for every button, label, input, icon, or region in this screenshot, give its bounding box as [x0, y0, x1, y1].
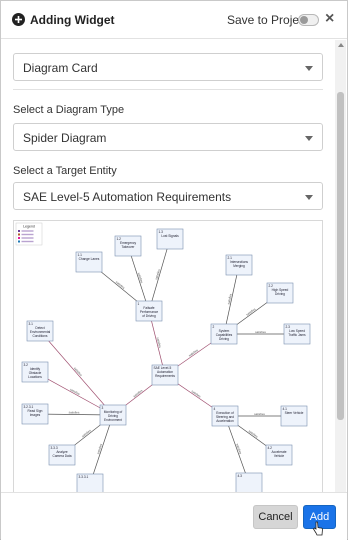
save-to-project-label: Save to Project [227, 13, 309, 27]
node-label: 3.2 [24, 363, 29, 367]
node-label: 2 [213, 325, 215, 329]
node-label: Vehicle [274, 454, 285, 458]
node-label: Camera Data [53, 454, 72, 458]
edge-label: satisfies [235, 443, 243, 455]
edge-label: satisfies [255, 330, 266, 334]
legend-entry [21, 237, 34, 239]
diagram-type-label: Select a Diagram Type [13, 104, 125, 116]
node-label: Driving [219, 337, 229, 341]
diagram-node-n3: 3Monitoring ofDrivingEnvironment [99, 404, 127, 426]
diagram-node-n22: 2.2High SpeedDriving [266, 282, 294, 304]
node-label: Environment [104, 418, 122, 422]
edge-label: satisfies [248, 429, 260, 439]
edge-label: satisfies [69, 410, 80, 414]
diagram-node-n4: 4Execution ofSteering andAcceleration [211, 405, 239, 427]
toggle-knob [300, 16, 308, 24]
diagram-node-n2: 2SystemCapabilitiesDriving [210, 323, 238, 345]
node-label: Conditions [32, 334, 47, 338]
node-label: Traffic Jams [288, 333, 306, 337]
node-label: 1 [138, 302, 140, 306]
diagram-node-n41: 4.1Steer Vehicle [280, 405, 308, 427]
diagram-node-n34: 3.3.3AnalyzeCamera Data [48, 444, 76, 466]
chevron-down-icon [305, 195, 313, 200]
edge-label: satisfies [154, 268, 161, 280]
diagram-node-n31: 3.1DetectEnvironmentalConditions [26, 320, 54, 342]
add-circle-icon [12, 13, 25, 26]
diagram-node-n12: 1.2EmergencyTakeover [114, 235, 142, 257]
dialog-footer: Cancel Add [1, 492, 347, 540]
divider [13, 89, 323, 90]
legend-entry [21, 230, 34, 232]
diagram-node-center: SAE Level-5AutomationRequirements [151, 364, 179, 386]
node-label: 4 [214, 407, 216, 411]
edge-label: satisfies [96, 443, 103, 455]
diagram-node-n11: 1.1Change Lanes [75, 251, 103, 273]
target-entity-select[interactable]: SAE Level-5 Automation Requirements [13, 182, 323, 210]
diagram-edge [223, 264, 240, 335]
body-scrollbar[interactable] [335, 40, 346, 492]
diagram-node-n35: 3.3.3.1 [76, 473, 104, 494]
node-label: Driving [275, 292, 285, 296]
scroll-up-arrow-icon[interactable] [338, 43, 344, 47]
node-label: Lost Signals [161, 234, 179, 238]
target-entity-label: Select a Target Entity [13, 165, 117, 177]
spider-diagram: Legend satisfies satisfies satisfies satisfi… [15, 222, 311, 494]
chevron-down-icon [305, 66, 313, 71]
legend-entry [21, 233, 34, 236]
legend-title: Legend [23, 225, 35, 229]
legend-swatch [18, 233, 20, 236]
target-entity-value: SAE Level-5 Automation Requirements [23, 190, 232, 204]
edge-label: satisfies [254, 412, 265, 416]
legend-swatch [18, 240, 20, 243]
edge-label: satisfies [115, 280, 126, 290]
node-label: Merging [233, 264, 245, 268]
edge-label: satisfies [81, 428, 92, 438]
cancel-button[interactable]: Cancel [253, 505, 298, 529]
adding-widget-dialog: Adding Widget Save to Project × Diagram … [0, 0, 348, 540]
scrollbar-thumb[interactable] [337, 92, 344, 420]
diagram-node-n32: 3.2IdentifyObstacleLocations [21, 361, 49, 383]
widget-type-select[interactable]: Diagram Card [13, 53, 323, 81]
diagram-node-n21: 2.1IntersectionsMerging [225, 254, 253, 276]
diagram-edge [39, 330, 114, 416]
widget-type-value: Diagram Card [23, 61, 98, 75]
node-label: Acceleration [216, 419, 234, 423]
spider-diagram-preview: Legend satisfies satisfies satisfies satisfi… [13, 220, 323, 495]
diagram-edge [148, 238, 171, 312]
node-label: Steer Vehicle [285, 411, 304, 415]
edge-label: satisfies [73, 366, 83, 377]
edge-label: satisfies [245, 307, 257, 317]
diagram-node-n13: 1.3Lost Signals [156, 228, 184, 250]
diagram-node-n43: 4.3 [235, 472, 263, 494]
diagram-type-select[interactable]: Spider Diagram [13, 123, 323, 151]
node-label: Images [30, 413, 41, 417]
save-to-project-toggle[interactable] [298, 14, 319, 26]
close-icon[interactable]: × [325, 10, 334, 28]
diagram-node-n23: 2.3Low SpeedTraffic Jams [283, 323, 311, 345]
node-label: of Driving [142, 314, 156, 318]
edge-label: satisfies [132, 388, 143, 398]
diagram-edge [89, 414, 114, 485]
node-label: 3.3.3.1 [79, 475, 89, 479]
dialog-title: Adding Widget [30, 13, 115, 27]
legend-entry [21, 240, 34, 243]
hand-cursor-icon [313, 521, 323, 536]
node-label: Change Lanes [79, 257, 100, 261]
node-label: Locations [28, 375, 42, 379]
diagram-node-n1: 1FailsafePerformanceof Driving [135, 300, 163, 322]
node-label: 3.1 [29, 322, 34, 326]
diagram-node-n33: 3.2.3.1Read SignImages [21, 403, 49, 425]
diagram-legend: Legend [15, 222, 43, 246]
diagram-node-n42: 4.2AccelerateVehicle [265, 444, 293, 466]
legend-swatch [18, 230, 20, 232]
node-label: 4.3 [238, 474, 243, 478]
legend-swatch [18, 237, 20, 239]
edge-label: satisfies [137, 272, 144, 284]
diagram-type-value: Spider Diagram [23, 131, 107, 145]
node-label: Requirements [155, 374, 175, 378]
chevron-down-icon [305, 136, 313, 141]
dialog-header: Adding Widget Save to Project × [1, 1, 347, 39]
node-label: Takeover [122, 245, 136, 249]
